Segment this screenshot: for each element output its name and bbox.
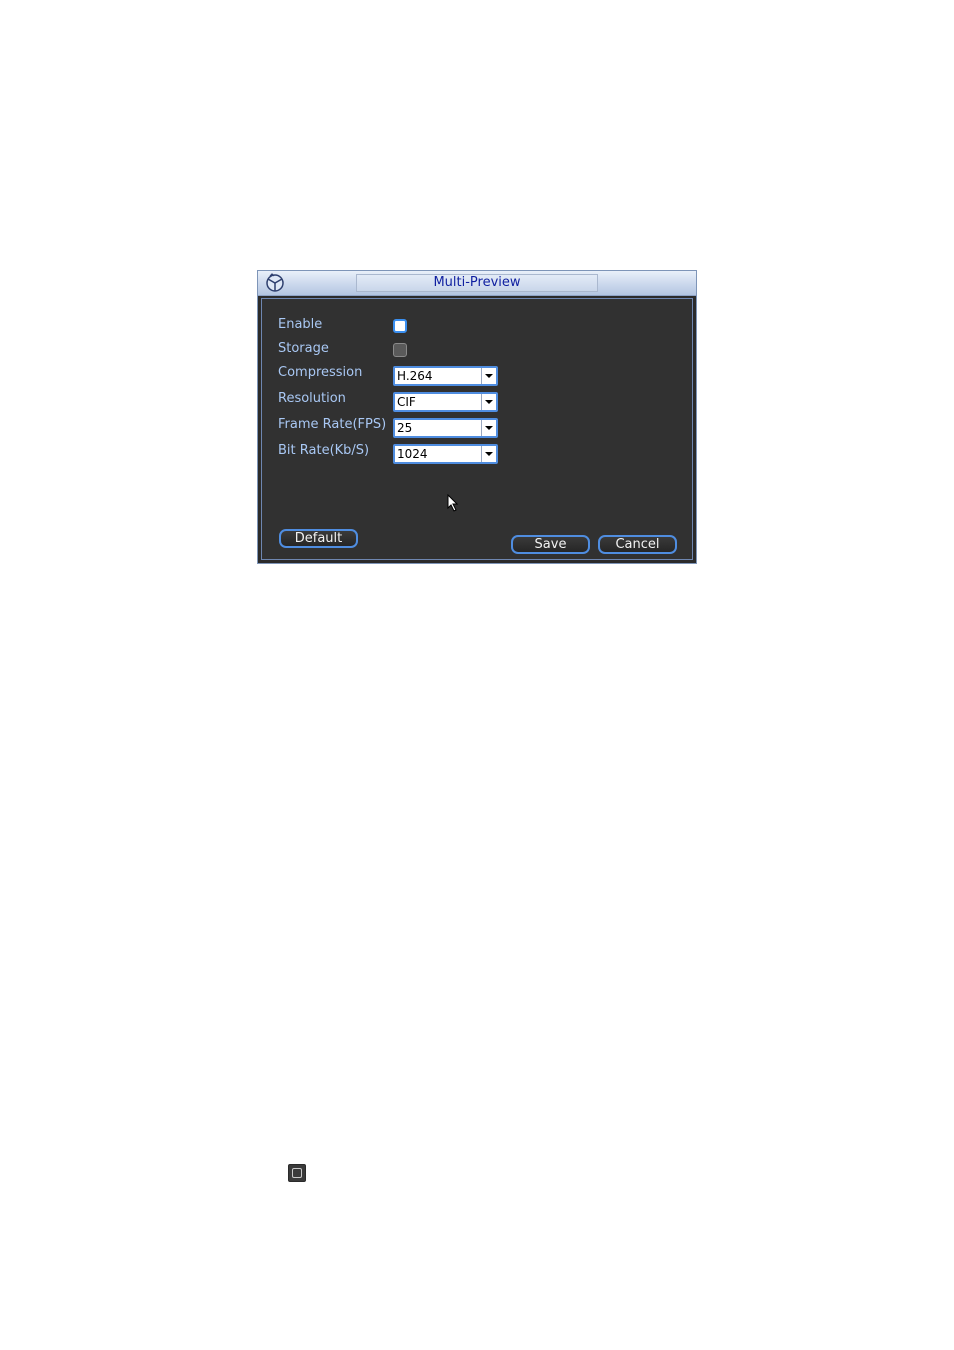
framerate-select[interactable]: 25 [393,418,498,438]
chevron-down-icon[interactable] [481,368,496,384]
chevron-down-icon[interactable] [481,394,496,410]
enable-checkbox[interactable] [393,319,407,333]
compression-select[interactable]: H.264 [393,366,498,386]
storage-label: Storage [278,341,329,356]
checkbox-icon [288,1164,306,1182]
dialog-title: Multi-Preview [356,274,598,292]
bitrate-value: 1024 [397,447,428,461]
compression-value: H.264 [397,369,433,383]
framerate-label: Frame Rate(FPS) [278,417,387,432]
bitrate-label: Bit Rate(Kb/S) [278,443,370,458]
resolution-label: Resolution [278,391,346,406]
enable-label: Enable [278,317,323,332]
bitrate-select[interactable]: 1024 [393,444,498,464]
dvr-logo-icon [266,273,284,292]
multi-preview-dialog: Multi-Preview Enable Storage Compression… [257,270,697,564]
title-bar: Multi-Preview [258,271,696,296]
mouse-cursor-icon [447,494,459,512]
save-button[interactable]: Save [511,535,590,554]
resolution-select[interactable]: CIF [393,392,498,412]
settings-panel: Enable Storage Compression H.264 Resolut… [261,298,693,560]
cancel-button[interactable]: Cancel [598,535,677,554]
storage-checkbox[interactable] [393,343,407,357]
chevron-down-icon[interactable] [481,446,496,462]
framerate-value: 25 [397,421,413,435]
resolution-value: CIF [397,395,416,409]
chevron-down-icon[interactable] [481,420,496,436]
default-button[interactable]: Default [279,529,358,548]
compression-label: Compression [278,365,363,380]
